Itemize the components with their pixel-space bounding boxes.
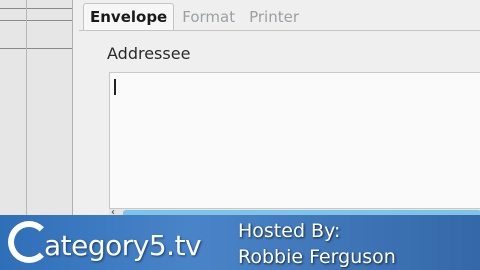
tab-bar: Envelope Format Printer [83,0,307,30]
tab-format[interactable]: Format [176,4,241,30]
logo-text: ategory5.tv [44,229,202,262]
background-window [0,0,72,215]
tab-printer[interactable]: Printer [243,4,305,30]
background-divider [0,8,72,9]
text-cursor [114,79,116,95]
hosted-by-label: Hosted By: [238,220,341,242]
tab-panel-border [79,30,480,31]
envelope-dialog: Envelope Format Printer Addressee ‹ [72,0,480,219]
background-divider [0,48,72,49]
category5-logo: ategory5.tv [4,219,224,269]
host-name: Robbie Ferguson [238,246,396,268]
background-divider [0,20,72,21]
addressee-textarea[interactable] [109,72,480,210]
addressee-label: Addressee [107,44,191,63]
background-column-line [26,0,27,215]
tab-envelope[interactable]: Envelope [83,3,175,30]
